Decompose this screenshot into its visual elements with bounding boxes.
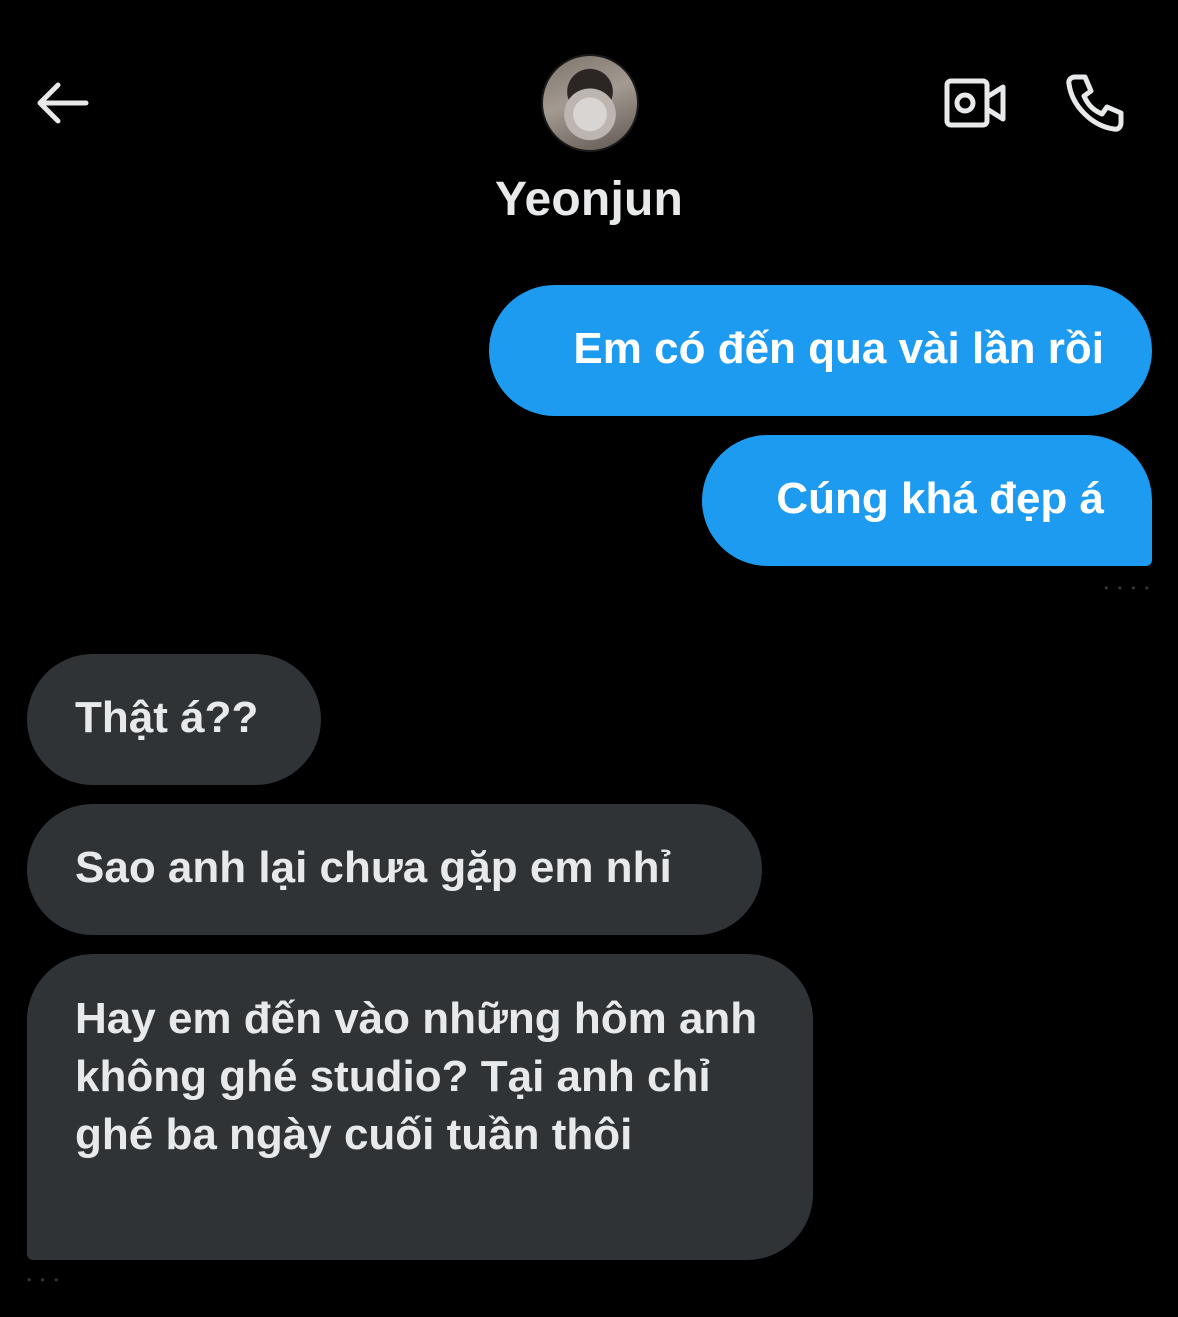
back-button[interactable]: [30, 72, 92, 134]
message-bubble-sent[interactable]: Cúng khá đẹp á: [702, 435, 1152, 566]
phone-icon: [1066, 74, 1124, 132]
contact-avatar[interactable]: [541, 54, 639, 152]
conversation-header: Yeonjun: [0, 0, 1178, 260]
message-text: Cúng khá đẹp á: [776, 474, 1104, 523]
contact-name[interactable]: Yeonjun: [0, 172, 1178, 227]
faint-timestamp: • • • •: [1104, 581, 1152, 595]
message-bubble-sent[interactable]: Em có đến qua vài lần rồi: [489, 285, 1152, 416]
arrow-left-icon: [37, 82, 89, 124]
message-bubble-received[interactable]: Hay em đến vào những hôm anh không ghé s…: [27, 954, 813, 1260]
message-bubble-received[interactable]: Thật á??: [27, 654, 321, 785]
faint-timestamp: • • •: [27, 1273, 62, 1287]
message-text: Em có đến qua vài lần rồi: [573, 324, 1104, 373]
message-bubble-received[interactable]: Sao anh lại chưa gặp em nhỉ: [27, 804, 762, 935]
video-camera-icon: [944, 78, 1006, 128]
voice-call-button[interactable]: [1060, 68, 1130, 138]
video-call-button[interactable]: [940, 72, 1010, 134]
message-text: Sao anh lại chưa gặp em nhỉ: [75, 843, 672, 892]
message-text: Hay em đến vào những hôm anh không ghé s…: [75, 994, 758, 1159]
message-text: Thật á??: [75, 693, 259, 742]
